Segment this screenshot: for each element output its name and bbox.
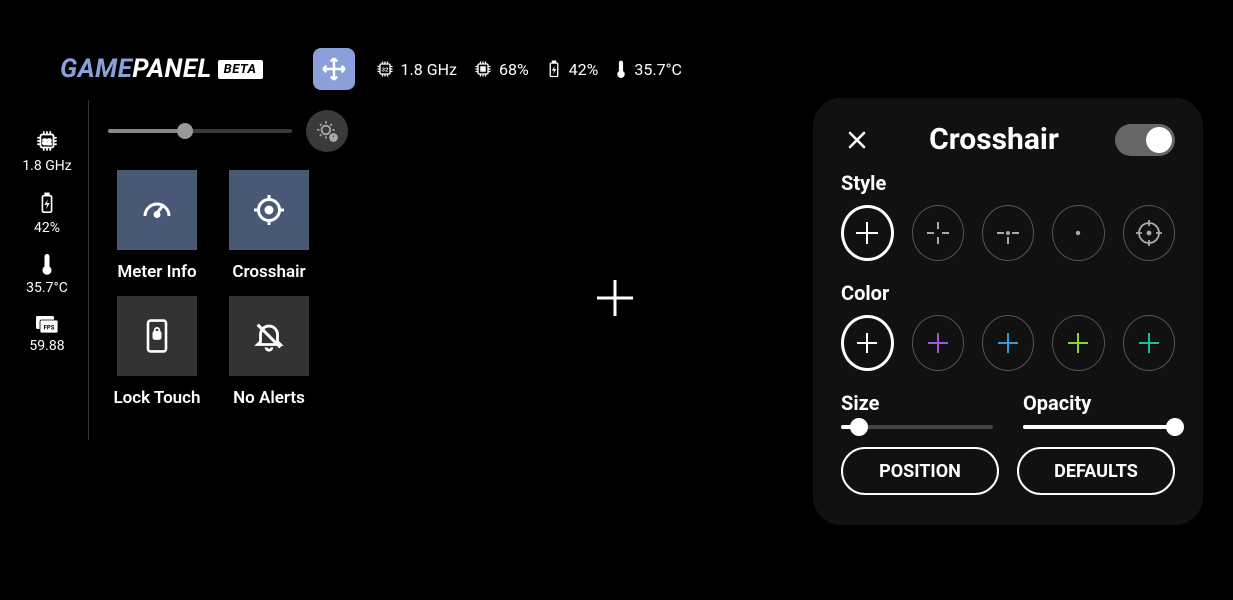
size-slider[interactable] [841, 425, 993, 429]
sidebar-cpufreq: 32 1.8 GHz [22, 128, 71, 174]
crosshair-plus-icon [593, 276, 637, 320]
crosshair-plus-icon [1065, 330, 1091, 356]
beta-badge: BETA [218, 60, 263, 79]
brightness-slider[interactable] [108, 129, 292, 133]
sidebar-temp-value: 35.7°C [26, 280, 68, 296]
tile-crosshair[interactable]: Crosshair [220, 170, 318, 282]
crosshair-icon [251, 192, 287, 228]
tile-label: Crosshair [232, 262, 305, 282]
top-stats: 32 1.8 GHz 68% 42% 35.7°C [375, 59, 682, 79]
tile-lock-touch[interactable]: Lock Touch [108, 296, 206, 408]
sidebar-battery-value: 42% [34, 220, 60, 236]
stat-battery-value: 42% [569, 60, 599, 79]
sidebar-temp: 35.7°C [26, 252, 68, 296]
divider [88, 100, 89, 440]
thermometer-icon [39, 252, 55, 276]
style-option-t[interactable] [982, 205, 1034, 261]
overlay-crosshair [593, 276, 637, 324]
position-button[interactable]: POSITION [841, 447, 999, 495]
auto-brightness-button[interactable] [306, 110, 348, 152]
color-option[interactable] [841, 315, 894, 371]
gauge-icon [139, 192, 175, 228]
brightness-auto-icon [314, 118, 340, 144]
color-label: Color [841, 281, 1175, 305]
sidebar-cpufreq-value: 1.8 GHz [22, 158, 71, 174]
lock-screen-icon [141, 318, 173, 354]
style-option-plus[interactable] [841, 205, 894, 261]
sidebar-fps: FPS 59.88 [29, 312, 64, 354]
opacity-label: Opacity [1023, 391, 1175, 415]
sidebar-battery: 42% [34, 190, 60, 236]
svg-text:32: 32 [381, 68, 388, 74]
opacity-slider[interactable] [1023, 425, 1175, 429]
defaults-button[interactable]: DEFAULTS [1017, 447, 1175, 495]
svg-text:FPS: FPS [44, 325, 55, 332]
crosshair-plus-icon [854, 330, 880, 356]
move-handle-button[interactable] [313, 48, 355, 90]
close-icon [845, 128, 869, 152]
cpu-icon [473, 59, 493, 79]
tile-meter-info[interactable]: Meter Info [108, 170, 206, 282]
stat-cpuload-value: 68% [499, 60, 529, 79]
crosshair-plus-icon [925, 330, 951, 356]
style-option-reticle[interactable] [1123, 205, 1175, 261]
tile-label: Meter Info [117, 262, 196, 282]
battery-charging-icon [545, 59, 563, 79]
stat-battery: 42% [545, 59, 599, 79]
crosshair-dot-icon [1064, 219, 1092, 247]
crosshair-plus-icon [995, 330, 1021, 356]
logo-game: GAME [60, 54, 132, 84]
close-button[interactable] [841, 124, 873, 156]
sidebar: 32 1.8 GHz 42% 35.7°C FPS 59.88 [14, 128, 80, 354]
crosshair-t-icon [994, 219, 1022, 247]
size-label: Size [841, 391, 993, 415]
battery-charging-icon [36, 190, 58, 216]
crosshair-reticle-icon [1134, 218, 1164, 248]
fps-icon: FPS [34, 312, 60, 334]
thermometer-icon [614, 59, 628, 79]
quick-panel: Meter Info Crosshair Lock Touch No Alert… [108, 110, 348, 408]
color-option[interactable] [912, 315, 964, 371]
panel-title: Crosshair [873, 122, 1115, 157]
crosshair-gap-icon [924, 219, 952, 247]
move-arrows-icon [321, 56, 347, 82]
stat-cpuload: 68% [473, 59, 529, 79]
crosshair-plus-icon [853, 219, 881, 247]
style-label: Style [841, 171, 1175, 195]
crosshair-plus-icon [1136, 330, 1162, 356]
tile-label: No Alerts [233, 388, 305, 408]
stat-cpufreq-value: 1.8 GHz [401, 60, 457, 79]
stat-temp-value: 35.7°C [634, 60, 682, 79]
crosshair-toggle[interactable] [1115, 124, 1175, 156]
slider-thumb[interactable] [1166, 418, 1184, 436]
style-option-dot[interactable] [1052, 205, 1104, 261]
svg-text:32: 32 [43, 137, 52, 146]
color-option[interactable] [1123, 315, 1175, 371]
chip-icon: 32 [375, 59, 395, 79]
crosshair-settings-panel: Crosshair Style Color Size Op [813, 98, 1203, 525]
stat-temp: 35.7°C [614, 59, 682, 79]
tile-no-alerts[interactable]: No Alerts [220, 296, 318, 408]
style-option-gap-plus[interactable] [912, 205, 964, 261]
slider-thumb[interactable] [850, 418, 868, 436]
slider-thumb[interactable] [177, 123, 193, 139]
sidebar-fps-value: 59.88 [29, 338, 64, 354]
tile-label: Lock Touch [113, 388, 200, 408]
chip-icon: 32 [34, 128, 60, 154]
toggle-knob [1146, 127, 1172, 153]
style-options [841, 205, 1175, 261]
color-option[interactable] [982, 315, 1034, 371]
app-logo: GAMEPANEL BETA [60, 54, 263, 84]
stat-cpufreq: 32 1.8 GHz [375, 59, 457, 79]
bell-off-icon [252, 319, 286, 353]
logo-panel: PANEL [132, 54, 211, 84]
color-options [841, 315, 1175, 371]
color-option[interactable] [1052, 315, 1104, 371]
